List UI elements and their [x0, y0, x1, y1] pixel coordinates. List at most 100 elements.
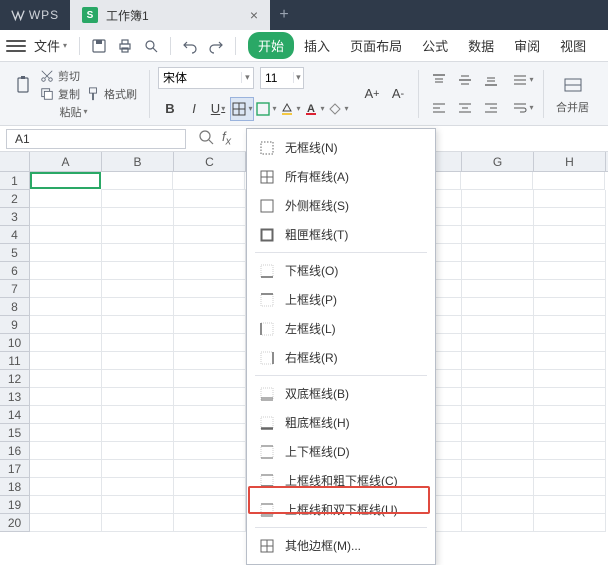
cell[interactable] — [101, 172, 173, 190]
cell[interactable] — [102, 208, 174, 226]
border-menu-item[interactable]: 粗匣框线(T) — [247, 220, 435, 249]
cell[interactable] — [462, 280, 534, 298]
underline-button[interactable]: U▾ — [206, 97, 230, 121]
cell[interactable] — [30, 496, 102, 514]
zoom-icon[interactable] — [198, 129, 214, 148]
border-menu-item[interactable]: 上下框线(D) — [247, 437, 435, 466]
row-header[interactable]: 18 — [0, 478, 30, 496]
cell[interactable] — [534, 262, 606, 280]
row-header[interactable]: 7 — [0, 280, 30, 298]
cell[interactable] — [30, 388, 102, 406]
cell[interactable] — [174, 514, 246, 532]
add-tab-button[interactable]: + — [270, 0, 298, 30]
cell[interactable] — [102, 226, 174, 244]
cell[interactable] — [174, 334, 246, 352]
font-size-combo[interactable]: ▾ — [260, 67, 304, 89]
italic-button[interactable]: I — [182, 97, 206, 121]
cell[interactable] — [534, 370, 606, 388]
border-menu-item[interactable]: 右框线(R) — [247, 343, 435, 372]
border-menu-item[interactable]: 外侧框线(S) — [247, 191, 435, 220]
cell[interactable] — [174, 388, 246, 406]
border-menu-item[interactable]: 下框线(O) — [247, 256, 435, 285]
cell[interactable] — [174, 226, 246, 244]
fill-style-button[interactable]: ▾ — [254, 97, 278, 121]
cell[interactable] — [462, 406, 534, 424]
cell[interactable] — [30, 478, 102, 496]
cell[interactable] — [462, 262, 534, 280]
cell[interactable] — [534, 388, 606, 406]
cell[interactable] — [534, 316, 606, 334]
border-menu-item[interactable]: 所有框线(A) — [247, 162, 435, 191]
merge-icon[interactable] — [559, 73, 587, 97]
row-header[interactable]: 6 — [0, 262, 30, 280]
select-all-corner[interactable] — [0, 152, 30, 171]
cell[interactable] — [102, 460, 174, 478]
border-menu-item[interactable]: 左框线(L) — [247, 314, 435, 343]
cell[interactable] — [174, 262, 246, 280]
cell[interactable] — [102, 370, 174, 388]
row-header[interactable]: 14 — [0, 406, 30, 424]
print-preview-icon[interactable] — [140, 35, 162, 57]
tab-start[interactable]: 开始 — [248, 32, 294, 59]
cell[interactable] — [30, 424, 102, 442]
bold-button[interactable]: B — [158, 97, 182, 121]
col-header[interactable]: G — [462, 152, 534, 171]
cell[interactable] — [102, 334, 174, 352]
cell[interactable] — [174, 280, 246, 298]
cell[interactable] — [30, 442, 102, 460]
row-header[interactable]: 11 — [0, 352, 30, 370]
cell[interactable] — [30, 352, 102, 370]
cell[interactable] — [102, 352, 174, 370]
row-header[interactable]: 2 — [0, 190, 30, 208]
cell[interactable] — [534, 208, 606, 226]
increase-font-button[interactable]: A+ — [360, 82, 384, 106]
cell[interactable] — [30, 244, 102, 262]
cell[interactable] — [174, 478, 246, 496]
tab-data[interactable]: 数据 — [458, 32, 504, 59]
cell[interactable] — [30, 406, 102, 424]
wrap-text-button[interactable]: ▾ — [511, 96, 535, 120]
row-header[interactable]: 15 — [0, 424, 30, 442]
tab-pagelayout[interactable]: 页面布局 — [340, 32, 412, 59]
cell[interactable] — [533, 172, 605, 190]
chevron-down-icon[interactable]: ▾ — [293, 72, 303, 83]
row-header[interactable]: 20 — [0, 514, 30, 532]
col-header[interactable]: C — [174, 152, 246, 171]
row-header[interactable]: 5 — [0, 244, 30, 262]
row-header[interactable]: 12 — [0, 370, 30, 388]
cell[interactable] — [534, 478, 606, 496]
cell[interactable] — [462, 460, 534, 478]
cell[interactable] — [462, 424, 534, 442]
cell[interactable] — [534, 352, 606, 370]
cell[interactable] — [462, 208, 534, 226]
tab-review[interactable]: 审阅 — [504, 32, 550, 59]
cell[interactable] — [102, 388, 174, 406]
chevron-down-icon[interactable]: ▾ — [83, 107, 87, 116]
border-menu-item[interactable]: 粗底框线(H) — [247, 408, 435, 437]
font-size-input[interactable] — [261, 68, 293, 88]
cell[interactable] — [30, 298, 102, 316]
clear-format-button[interactable]: ▾ — [326, 97, 350, 121]
cell[interactable] — [174, 244, 246, 262]
border-menu-item[interactable]: 上框线(P) — [247, 285, 435, 314]
undo-icon[interactable] — [179, 35, 201, 57]
cut-button[interactable]: 剪切 — [40, 68, 137, 84]
cell[interactable] — [462, 352, 534, 370]
cell[interactable] — [102, 316, 174, 334]
cell[interactable] — [534, 514, 606, 532]
cell[interactable] — [30, 316, 102, 334]
align-top-button[interactable] — [427, 68, 451, 92]
border-button[interactable]: ▾ — [230, 97, 254, 121]
format-painter-button[interactable]: 格式刷 — [86, 86, 137, 102]
border-menu-item[interactable]: 无框线(N) — [247, 133, 435, 162]
redo-icon[interactable] — [205, 35, 227, 57]
cell[interactable] — [30, 208, 102, 226]
decrease-font-button[interactable]: A- — [386, 82, 410, 106]
align-right-button[interactable] — [479, 96, 503, 120]
align-left-button[interactable] — [427, 96, 451, 120]
cell[interactable] — [174, 496, 246, 514]
cell[interactable] — [462, 370, 534, 388]
cell[interactable] — [461, 172, 533, 190]
cell[interactable] — [174, 298, 246, 316]
cell[interactable] — [30, 172, 101, 189]
